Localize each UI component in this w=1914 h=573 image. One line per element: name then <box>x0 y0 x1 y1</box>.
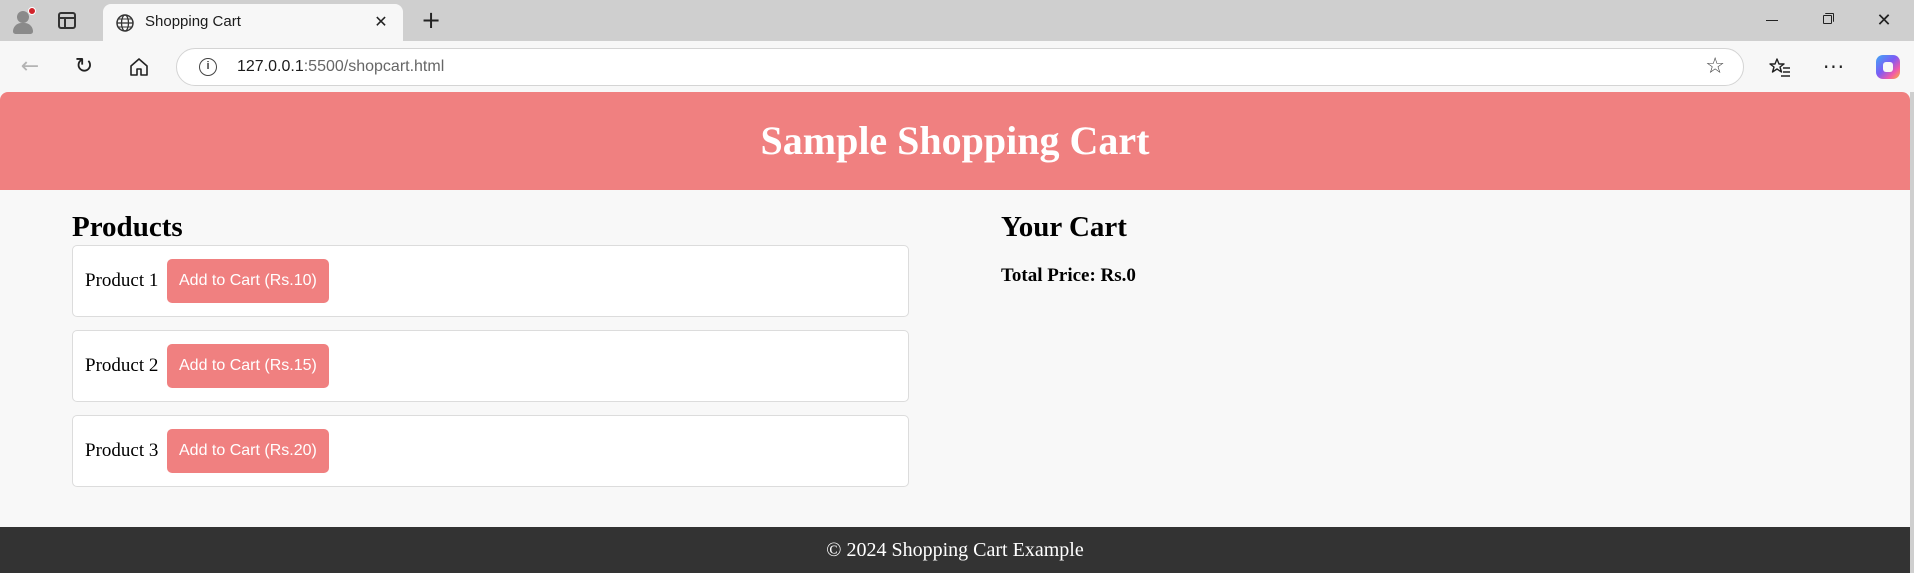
page-title: Sample Shopping Cart <box>760 118 1150 163</box>
url-text[interactable]: 127.0.0.1:5500/shopcart.html <box>237 58 444 76</box>
cart-section: Your Cart Total Price: Rs.0 <box>1001 210 1601 287</box>
product-name: Product 3 <box>85 440 159 461</box>
product-item: Product 2 Add to Cart (Rs.15) <box>72 330 909 402</box>
products-heading: Products <box>72 211 183 243</box>
product-item: Product 1 Add to Cart (Rs.10) <box>72 245 909 317</box>
total-price: Total Price: Rs.0 <box>1001 265 1136 286</box>
url-path: :5500/shopcart.html <box>303 58 445 75</box>
add-to-cart-button[interactable]: Add to Cart (Rs.20) <box>167 429 329 473</box>
address-bar[interactable]: i 127.0.0.1:5500/shopcart.html ☆ <box>176 48 1744 86</box>
new-tab-button[interactable]: + <box>418 7 444 33</box>
browser-tab-strip: Shopping Cart ✕ + ✕ <box>0 0 1914 41</box>
close-tab-icon[interactable]: ✕ <box>371 12 391 32</box>
product-name: Product 1 <box>85 270 159 291</box>
refresh-icon[interactable]: ↻ <box>68 51 100 83</box>
minimize-button[interactable] <box>1744 0 1800 41</box>
add-to-cart-button[interactable]: Add to Cart (Rs.15) <box>167 344 329 388</box>
products-section: Products Product 1 Add to Cart (Rs.10) P… <box>72 210 909 500</box>
browser-toolbar: ← ↻ i 127.0.0.1:5500/shopcart.html ☆ ··· <box>0 41 1914 92</box>
copilot-icon[interactable] <box>1872 51 1904 83</box>
workspaces-icon[interactable] <box>58 12 76 29</box>
profile-icon[interactable] <box>8 6 38 36</box>
restore-button[interactable] <box>1800 0 1856 41</box>
tab-title: Shopping Cart <box>145 13 241 30</box>
more-options-icon[interactable]: ··· <box>1818 51 1850 83</box>
url-host: 127.0.0.1 <box>237 58 304 75</box>
site-info-icon[interactable]: i <box>199 58 217 76</box>
favorite-star-icon[interactable]: ☆ <box>1705 54 1725 79</box>
add-to-cart-button[interactable]: Add to Cart (Rs.10) <box>167 259 329 303</box>
product-item: Product 3 Add to Cart (Rs.20) <box>72 415 909 487</box>
close-window-button[interactable]: ✕ <box>1856 0 1912 41</box>
page-header: Sample Shopping Cart <box>0 92 1910 190</box>
page-content: Sample Shopping Cart Products Product 1 … <box>0 92 1910 573</box>
cart-heading: Your Cart <box>1001 211 1127 243</box>
back-arrow-icon[interactable]: ← <box>14 51 46 83</box>
favorites-icon[interactable] <box>1764 51 1796 83</box>
tab-shopping-cart[interactable]: Shopping Cart ✕ <box>103 4 403 41</box>
globe-icon <box>116 14 134 32</box>
home-icon[interactable] <box>123 51 155 83</box>
product-name: Product 2 <box>85 355 159 376</box>
window-edge <box>1910 92 1914 573</box>
page-footer: © 2024 Shopping Cart Example <box>0 527 1910 573</box>
